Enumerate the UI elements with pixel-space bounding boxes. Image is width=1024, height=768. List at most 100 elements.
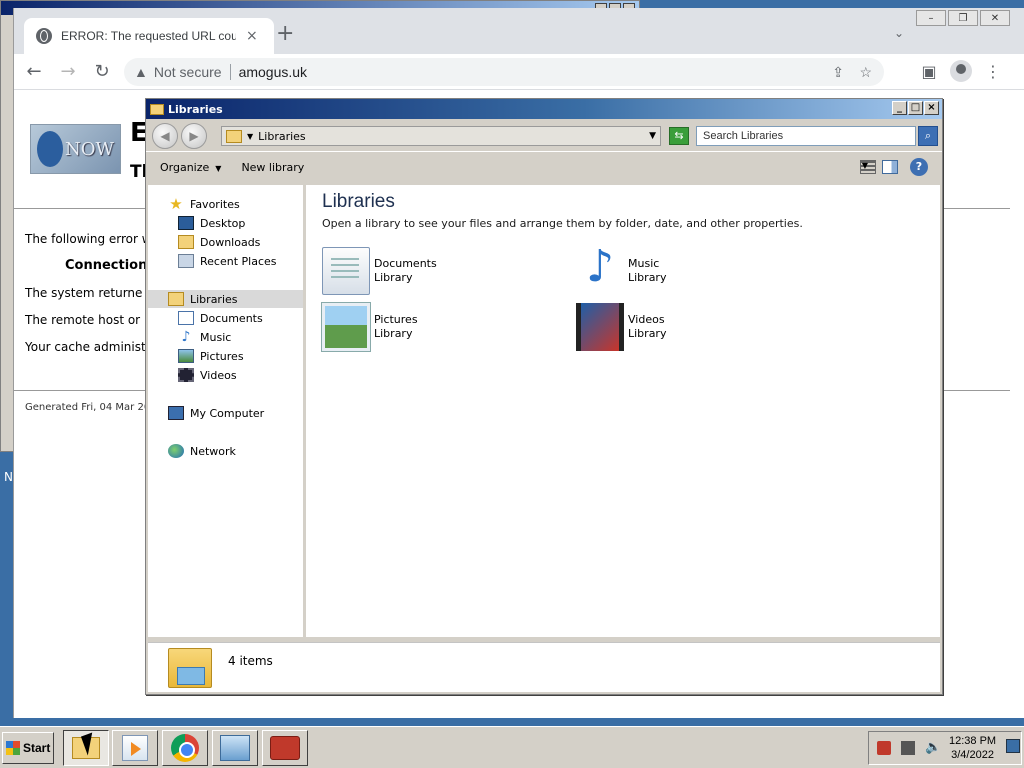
search-icon[interactable]: ⌕	[918, 126, 938, 146]
network-status-icon[interactable]	[901, 741, 915, 755]
back-arrow-icon[interactable]: ←	[20, 58, 48, 86]
volume-icon[interactable]: 🔈	[925, 741, 941, 755]
organize-button[interactable]: Organize ▼	[160, 161, 221, 174]
nav-my-computer[interactable]: My Computer	[168, 404, 264, 422]
explorer-address-row: ◀ ▶ ▼ Libraries ▼ ⇆ Search Libraries ⌕	[146, 119, 942, 151]
browser-window-controls: – ❐ ✕	[916, 10, 1010, 26]
browser-tab[interactable]: ERROR: The requested URL could not be re…	[24, 18, 274, 54]
libraries-folder-icon	[168, 647, 212, 688]
nav-libraries[interactable]: Libraries	[148, 290, 303, 308]
browser-toolbar: ← → ↻ ▲ Not secure amogus.uk ⇪ ☆ ▣ ⋮	[14, 54, 1024, 90]
taskbar-chrome-button[interactable]	[162, 730, 208, 766]
close-button[interactable]: ✕	[980, 10, 1010, 26]
explorer-titlebar[interactable]: Libraries _ □ ×	[146, 99, 942, 119]
nav-network[interactable]: Network	[168, 442, 236, 460]
breadcrumb-arrow-icon[interactable]: ▼	[247, 132, 253, 141]
tab-strip: ERROR: The requested URL could not be re…	[14, 8, 1024, 54]
nav-downloads[interactable]: Downloads	[178, 233, 260, 251]
new-tab-button[interactable]: +	[276, 22, 294, 46]
videos-icon	[178, 368, 194, 382]
pictures-library-icon	[321, 302, 371, 352]
maximize-button[interactable]: ❐	[948, 10, 978, 26]
network-icon	[168, 444, 184, 458]
nav-pictures[interactable]: Pictures	[178, 347, 244, 365]
preview-pane-icon[interactable]	[882, 160, 898, 174]
taskbar-media-player-button[interactable]	[112, 730, 158, 766]
taskbar-toolbox-button[interactable]	[262, 730, 308, 766]
show-desktop-icon[interactable]	[1006, 739, 1020, 753]
videos-library-icon	[576, 303, 624, 351]
library-folder-icon	[150, 103, 164, 115]
profile-avatar-icon[interactable]	[950, 60, 972, 82]
warning-icon[interactable]: ▲	[134, 64, 148, 80]
desktop-text: N	[4, 470, 13, 484]
server-manager-icon	[220, 735, 250, 761]
search-input[interactable]: Search Libraries	[696, 126, 916, 146]
documents-library-icon	[322, 247, 370, 295]
explorer-body: ★ Favorites Desktop Downloads Recent Plac…	[148, 185, 940, 637]
security-label[interactable]: Not secure	[154, 64, 222, 80]
url-text[interactable]: amogus.uk	[239, 64, 307, 80]
explorer-address-bar[interactable]: ▼ Libraries ▼	[221, 126, 661, 146]
start-button[interactable]: Start	[2, 732, 54, 764]
maximize-button[interactable]: □	[908, 101, 923, 115]
toolbox-icon	[270, 736, 300, 760]
view-dropdown-icon[interactable]: ▼	[862, 161, 868, 170]
reload-icon[interactable]: ↻	[88, 58, 116, 86]
error-line-4: The remote host or	[25, 313, 141, 327]
forward-arrow-icon[interactable]: ▶	[181, 123, 207, 149]
chrome-icon	[171, 734, 199, 762]
tab-title: ERROR: The requested URL could not be re…	[61, 29, 236, 43]
toolbar-right: ▣ ⋮	[916, 58, 1006, 84]
clock[interactable]: 12:38 PM 3/4/2022	[949, 734, 996, 762]
nav-music[interactable]: ♪ Music	[178, 328, 232, 346]
share-icon[interactable]: ⇪	[832, 64, 844, 81]
windows-logo-icon	[6, 741, 20, 755]
library-item-music[interactable]: MusicLibrary	[576, 241, 666, 295]
breadcrumb[interactable]: Libraries	[258, 130, 306, 143]
pictures-icon	[178, 349, 194, 363]
error-line-1: The following error w	[25, 232, 152, 246]
nav-recent-places[interactable]: Recent Places	[178, 252, 277, 270]
content-description: Open a library to see your files and arr…	[322, 217, 803, 230]
library-item-pictures[interactable]: Pictures Library	[321, 302, 418, 352]
address-dropdown-icon[interactable]: ▼	[649, 131, 656, 141]
generated-text: Generated Fri, 04 Mar 202	[25, 402, 157, 413]
libraries-icon	[168, 292, 184, 306]
help-icon[interactable]: ?	[910, 158, 928, 176]
taskbar-server-manager-button[interactable]	[212, 730, 258, 766]
nav-favorites[interactable]: ★ Favorites	[168, 195, 239, 213]
minimize-button[interactable]: –	[916, 10, 946, 26]
menu-kebab-icon[interactable]: ⋮	[980, 58, 1006, 84]
address-bar[interactable]: ▲ Not secure amogus.uk ⇪ ☆	[124, 58, 884, 86]
documents-icon	[178, 311, 194, 325]
command-bar: Organize ▼ New library ▼ ?	[146, 151, 942, 183]
music-icon: ♪	[181, 329, 191, 345]
details-pane: 4 items	[148, 642, 940, 692]
minimize-button[interactable]: _	[892, 101, 907, 115]
recent-places-icon	[178, 254, 194, 268]
nav-documents[interactable]: Documents	[178, 309, 263, 327]
content-title: Libraries	[322, 191, 395, 212]
desktop-icon	[178, 216, 194, 230]
nav-videos[interactable]: Videos	[178, 366, 237, 384]
library-item-videos[interactable]: Videos Library	[576, 303, 666, 351]
navigation-pane: ★ Favorites Desktop Downloads Recent Plac…	[148, 185, 306, 637]
computer-icon	[168, 406, 184, 420]
nav-desktop[interactable]: Desktop	[178, 214, 245, 232]
side-panel-icon[interactable]: ▣	[916, 58, 942, 84]
tab-search-chevron-icon[interactable]: ⌄	[894, 26, 904, 40]
globe-icon	[36, 28, 52, 44]
library-item-documents[interactable]: Documents Library	[322, 247, 437, 295]
close-button[interactable]: ×	[924, 101, 939, 115]
tab-close-icon[interactable]: ×	[246, 28, 258, 44]
refresh-icon[interactable]: ⇆	[669, 127, 689, 145]
back-arrow-icon[interactable]: ◀	[152, 123, 178, 149]
item-count: 4 items	[228, 653, 273, 668]
library-folder-icon	[226, 129, 242, 143]
bookmark-star-icon[interactable]: ☆	[859, 64, 872, 81]
new-library-button[interactable]: New library	[241, 161, 304, 174]
forward-arrow-icon[interactable]: →	[54, 58, 82, 86]
error-line-5: Your cache administ	[25, 340, 146, 354]
action-center-icon[interactable]	[877, 741, 891, 755]
